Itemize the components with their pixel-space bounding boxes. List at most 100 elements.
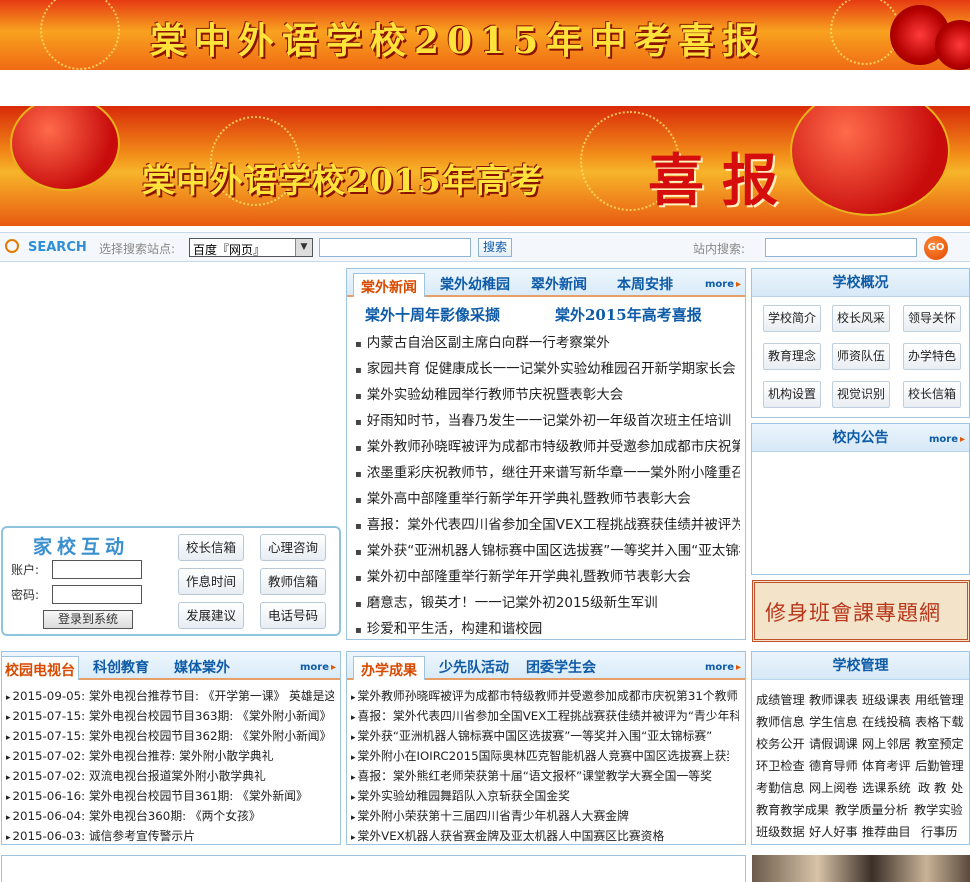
tv-more-link[interactable]: more bbox=[300, 662, 336, 673]
tab-sci-tech[interactable]: 科创教育 bbox=[93, 657, 149, 677]
xiushen-banner[interactable]: 修身班會課專題網 bbox=[752, 580, 970, 642]
tab-week-schedule[interactable]: 本周安排 bbox=[617, 274, 673, 294]
mgmt-link[interactable]: 班级课表 bbox=[862, 690, 911, 708]
overview-button-features[interactable]: 办学特色 bbox=[903, 343, 961, 370]
news-item[interactable]: 棠外初中部隆重举行新学年开学典礼暨教师节表彰大会 bbox=[355, 565, 740, 585]
search-button[interactable]: 搜索 bbox=[478, 238, 512, 257]
notice-more-link[interactable]: more bbox=[929, 434, 965, 445]
tab-media[interactable]: 媒体棠外 bbox=[174, 657, 230, 677]
site-search-input[interactable] bbox=[765, 238, 917, 257]
tv-item[interactable]: 2015-07-15: 棠外电视台校园节目362期: 《棠外附小新闻》 bbox=[6, 727, 340, 744]
counseling-button[interactable]: 心理咨询 bbox=[260, 534, 326, 561]
mgmt-link[interactable]: 用纸管理 bbox=[915, 690, 964, 708]
mgmt-link[interactable]: 学生信息 bbox=[809, 712, 858, 730]
tv-item[interactable]: 2015-06-04: 棠外电视台360期: 《两个女孩》 bbox=[6, 807, 340, 824]
achievement-item[interactable]: 棠外获“亚洲机器人锦标赛中国区选拔赛”一等奖并入围“亚太锦标赛” bbox=[351, 727, 739, 744]
achievements-more-link[interactable]: more bbox=[705, 662, 741, 673]
tv-item[interactable]: 2015-06-16: 棠外电视台校园节目361期: 《棠外新闻》 bbox=[6, 787, 340, 804]
news-item[interactable]: 家园共育 促健康成长一一记棠外实验幼稚园召开新学期家长会 bbox=[355, 357, 740, 377]
mgmt-link[interactable]: 体育考评 bbox=[862, 756, 911, 774]
achievement-item[interactable]: 棠外实验幼稚园舞蹈队入京斩获全国金奖 bbox=[351, 787, 739, 804]
mgmt-link[interactable]: 教育教学成果 bbox=[756, 800, 829, 818]
mgmt-link[interactable]: 教 bbox=[934, 778, 946, 796]
tv-item[interactable]: 2015-06-03: 诚信参考宣传警示片 bbox=[6, 827, 340, 844]
overview-button-principal[interactable]: 校长风采 bbox=[832, 305, 890, 332]
tab-campus-tv[interactable]: 校园电视台 bbox=[1, 656, 79, 680]
mgmt-link[interactable]: 在线投稿 bbox=[862, 712, 911, 730]
overview-button-faculty[interactable]: 师资队伍 bbox=[832, 343, 890, 370]
overview-button-structure[interactable]: 机构设置 bbox=[763, 381, 821, 408]
mgmt-link[interactable]: 推荐曲目 bbox=[862, 822, 911, 840]
tv-item[interactable]: 2015-09-05: 棠外电视台推荐节目: 《开学第一课》 英雄是这样炼成的 bbox=[6, 687, 334, 704]
tab-cuiwai-news[interactable]: 翠外新闻 bbox=[531, 274, 587, 294]
password-input[interactable] bbox=[52, 585, 142, 604]
overview-button-leaders[interactable]: 领导关怀 bbox=[903, 305, 961, 332]
tv-item[interactable]: 2015-07-02: 棠外电视台推荐: 棠外附小散学典礼 bbox=[6, 747, 340, 764]
overview-button-philosophy[interactable]: 教育理念 bbox=[763, 343, 821, 370]
mgmt-link[interactable]: 好人好事 bbox=[809, 822, 858, 840]
mgmt-link[interactable]: 班级数据 bbox=[756, 822, 805, 840]
suggestion-button[interactable]: 发展建议 bbox=[178, 602, 244, 629]
achievement-item[interactable]: 喜报：棠外代表四川省参加全国VEX工程挑战赛获佳绩并被评为“青少年科技教育示范学… bbox=[351, 707, 739, 724]
overview-button-mailbox[interactable]: 校长信箱 bbox=[903, 381, 961, 408]
news-item[interactable]: 棠外教师孙晓晖被评为成都市特级教师并受邀参加成都市庆祝第31个教师节 bbox=[355, 435, 740, 455]
banner-gaokao: 棠中外语学校2015年高考 喜报 bbox=[0, 106, 970, 226]
mgmt-link[interactable]: 行事历 bbox=[921, 822, 958, 840]
search-input[interactable] bbox=[319, 238, 471, 257]
news-item[interactable]: 内蒙古自治区副主席白向群一行考察棠外 bbox=[355, 331, 740, 351]
mgmt-link[interactable]: 德育导师 bbox=[809, 756, 858, 774]
mgmt-link[interactable]: 成绩管理 bbox=[756, 690, 805, 708]
news-item[interactable]: 磨意志，锻英才！一一记棠外初2015级新生军训 bbox=[355, 591, 740, 611]
mgmt-link[interactable]: 校务公开 bbox=[756, 734, 805, 752]
achievement-item[interactable]: 棠外附小在IOIRC2015国际奥林匹克智能机器人竞赛中国区选拔赛上获奖 bbox=[351, 747, 729, 764]
news-more-link[interactable]: more bbox=[705, 279, 741, 290]
mgmt-link[interactable]: 请假调课 bbox=[809, 734, 858, 752]
news-item[interactable]: 浓墨重彩庆祝教师节，继往开来谱写新华章一一棠外附小隆重召开 bbox=[355, 461, 740, 481]
schedule-button[interactable]: 作息时间 bbox=[178, 568, 244, 595]
featured-link[interactable]: 棠外十周年影像采撷 bbox=[365, 304, 500, 325]
go-button[interactable]: GO bbox=[924, 236, 948, 260]
mgmt-link[interactable]: 考勤信息 bbox=[756, 778, 805, 796]
achievement-item[interactable]: 棠外附小荣获第十三届四川省青少年机器人大赛金牌 bbox=[351, 807, 739, 824]
principal-mailbox-button[interactable]: 校长信箱 bbox=[178, 534, 244, 561]
overview-button-intro[interactable]: 学校简介 bbox=[763, 305, 821, 332]
news-item[interactable]: 喜报：棠外代表四川省参加全国VEX工程挑战赛获佳绩并被评为 bbox=[355, 513, 740, 533]
tab-young-pioneers[interactable]: 少先队活动 bbox=[439, 657, 509, 677]
overview-button-vi[interactable]: 视觉识别 bbox=[832, 381, 890, 408]
account-input[interactable] bbox=[52, 560, 142, 579]
teacher-mailbox-button[interactable]: 教师信箱 bbox=[260, 568, 326, 595]
site-select[interactable]: 百度『网页』 ▼ bbox=[189, 238, 313, 257]
achievement-item[interactable]: 棠外教师孙晓晖被评为成都市特级教师并受邀参加成都市庆祝第31个教师节 bbox=[351, 687, 737, 704]
achievement-item[interactable]: 棠外VEX机器人获省赛金牌及亚太机器人中国赛区比赛资格 bbox=[351, 827, 739, 844]
mgmt-link[interactable]: 教室预定 bbox=[915, 734, 964, 752]
mgmt-link[interactable]: 教师信息 bbox=[756, 712, 805, 730]
password-label: 密码: bbox=[11, 588, 40, 602]
account-label: 账户: bbox=[11, 563, 40, 577]
news-item[interactable]: 棠外获“亚洲机器人锦标赛中国区选拔赛”一等奖并入围“亚太锦标赛” bbox=[355, 539, 740, 559]
tab-kindergarten[interactable]: 棠外幼稚园 bbox=[440, 274, 510, 294]
mgmt-link[interactable]: 选课系统 bbox=[862, 778, 911, 796]
login-button[interactable]: 登录到系统 bbox=[43, 610, 133, 629]
tv-item[interactable]: 2015-07-02: 双流电视台报道棠外附小散学典礼 bbox=[6, 767, 340, 784]
mgmt-link[interactable]: 教学质量分析 bbox=[835, 800, 908, 818]
news-item[interactable]: 珍爱和平生活，构建和谐校园 bbox=[355, 617, 740, 637]
tv-item[interactable]: 2015-07-15: 棠外电视台校园节目363期: 《棠外附小新闻》 bbox=[6, 707, 340, 724]
phone-button[interactable]: 电话号码 bbox=[260, 602, 326, 629]
mgmt-link[interactable]: 网上邻居 bbox=[862, 734, 911, 752]
mgmt-link[interactable]: 教学实验 bbox=[914, 800, 963, 818]
mgmt-link[interactable]: 政 bbox=[918, 778, 930, 796]
news-item[interactable]: 好雨知时节，当春乃发生一一记棠外初一年级首次班主任培训 bbox=[355, 409, 740, 429]
tab-student-union[interactable]: 团委学生会 bbox=[526, 657, 596, 677]
tab-achievements[interactable]: 办学成果 bbox=[353, 656, 425, 680]
achievement-item[interactable]: 喜报：棠外熊红老师荣获第十届“语文报杯”课堂教学大赛全国一等奖 bbox=[351, 767, 739, 784]
mgmt-link[interactable]: 网上阅卷 bbox=[809, 778, 858, 796]
mgmt-link[interactable]: 表格下载 bbox=[915, 712, 964, 730]
mgmt-link[interactable]: 教师课表 bbox=[809, 690, 858, 708]
news-item[interactable]: 棠外实验幼稚园举行教师节庆祝暨表彰大会 bbox=[355, 383, 740, 403]
mgmt-link[interactable]: 处 bbox=[951, 778, 963, 796]
news-item[interactable]: 棠外高中部隆重举行新学年开学典礼暨教师节表彰大会 bbox=[355, 487, 740, 507]
featured-link[interactable]: 棠外2015年高考喜报 bbox=[555, 304, 702, 325]
mgmt-link[interactable]: 后勤管理 bbox=[915, 756, 964, 774]
mgmt-link[interactable]: 环卫检查 bbox=[756, 756, 805, 774]
tab-school-news[interactable]: 棠外新闻 bbox=[353, 273, 425, 297]
